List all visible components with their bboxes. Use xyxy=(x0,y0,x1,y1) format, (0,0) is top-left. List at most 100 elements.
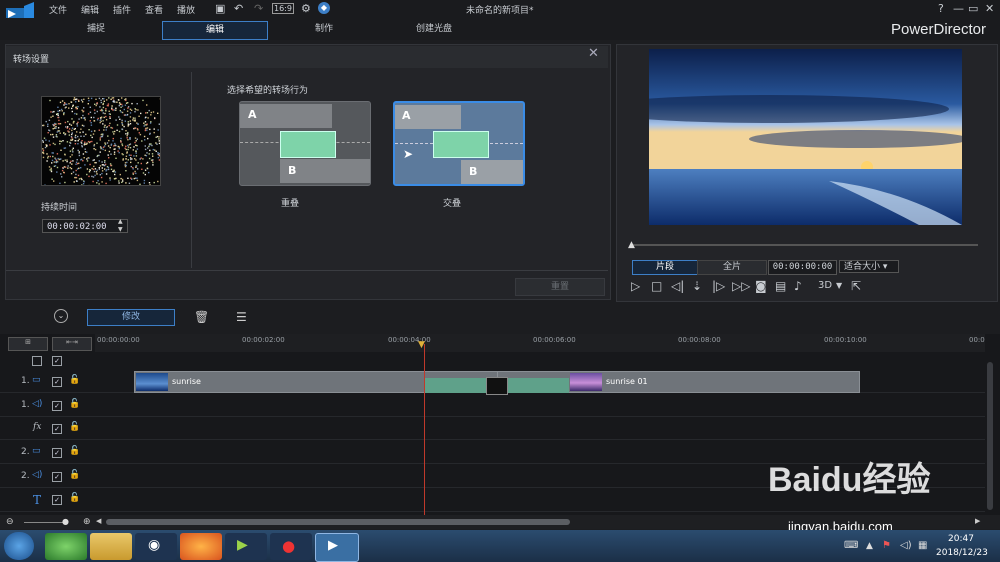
option-overlap[interactable]: A B xyxy=(239,101,371,186)
lock-icon[interactable]: 🔓 xyxy=(69,446,80,456)
noise-particle xyxy=(134,111,136,113)
gear-icon[interactable]: ⚙ xyxy=(301,2,311,15)
panel-close-icon[interactable]: ✕ xyxy=(588,46,599,61)
zoom-out-icon[interactable]: ⊖ xyxy=(6,517,14,527)
scrub-handle[interactable]: ▲ xyxy=(628,240,635,250)
taskbar-app-recorder[interactable]: ● xyxy=(270,533,312,560)
taskbar-app-360[interactable] xyxy=(45,533,87,560)
noise-particle xyxy=(72,160,74,162)
playhead[interactable] xyxy=(424,344,425,518)
snapshot-icon[interactable]: ◙ xyxy=(755,279,767,293)
upgrade-icon[interactable]: ◆ xyxy=(318,2,330,14)
menu-play[interactable]: 播放 xyxy=(177,3,195,16)
checkbox-checked[interactable]: ✓ xyxy=(52,356,62,366)
all-tracks-toggle[interactable] xyxy=(32,356,42,366)
clock-date[interactable]: 2018/12/23 xyxy=(936,548,988,558)
split-icon[interactable]: ⇣ xyxy=(692,279,702,293)
lock-icon[interactable]: 🔓 xyxy=(69,422,80,432)
all-tracks-enabled[interactable]: ✓ xyxy=(52,356,62,366)
trash-icon[interactable]: 🗑 xyxy=(194,310,209,324)
fit-select[interactable]: 适合大小 ▾ xyxy=(839,260,899,273)
checkbox-empty[interactable] xyxy=(32,356,42,366)
save-icon[interactable]: ▣ xyxy=(215,2,225,15)
menu-plugins[interactable]: 插件 xyxy=(113,3,131,16)
3d-toggle[interactable]: 3D xyxy=(818,280,832,291)
noise-particle xyxy=(55,125,57,128)
tab-edit[interactable]: 编辑 xyxy=(162,21,268,40)
tab-produce[interactable]: 制作 xyxy=(270,21,378,38)
modify-button[interactable]: 修改 xyxy=(87,309,175,326)
option-cross[interactable]: A B xyxy=(393,101,525,186)
tab-capture[interactable]: 捕捉 xyxy=(40,21,152,38)
close-icon[interactable]: ✕ xyxy=(985,2,994,15)
undock-icon[interactable]: ⇱ xyxy=(851,279,861,293)
menu-edit[interactable]: 编辑 xyxy=(81,3,99,16)
horizontal-scrollbar[interactable] xyxy=(106,519,570,525)
duration-field[interactable]: 00:00:02:00 xyxy=(42,219,128,233)
undo-icon[interactable]: ↶ xyxy=(234,2,243,15)
transition-thumbnail[interactable] xyxy=(486,377,508,395)
zoom-slider-handle[interactable]: ● xyxy=(62,517,69,526)
menu-view[interactable]: 查看 xyxy=(145,3,163,16)
lock-icon[interactable]: 🔓 xyxy=(69,493,80,503)
noise-particle xyxy=(115,177,117,180)
expand-icon[interactable]: ⌄ xyxy=(54,309,68,323)
volume-icon[interactable]: ♪ xyxy=(794,279,802,293)
lock-icon[interactable]: 🔓 xyxy=(69,399,80,409)
noise-particle xyxy=(59,132,61,134)
taskbar-app-explorer[interactable] xyxy=(90,533,132,560)
taskbar-app-firefox[interactable] xyxy=(180,533,222,560)
mouse-cursor-icon: ➤ xyxy=(403,147,414,161)
lock-icon[interactable]: 🔓 xyxy=(69,375,80,385)
playhead-handle[interactable]: ▼ xyxy=(418,340,425,350)
track-enable-checkbox[interactable]: ✓ xyxy=(52,401,62,411)
stop-icon[interactable]: □ xyxy=(651,279,662,293)
menu-file[interactable]: 文件 xyxy=(49,3,67,16)
noise-particle xyxy=(98,183,100,185)
next-frame-icon[interactable]: |▷ xyxy=(712,279,725,293)
vertical-scrollbar[interactable] xyxy=(987,362,993,510)
keyboard-icon[interactable]: ⌨ xyxy=(844,540,858,551)
tray-expand-icon[interactable]: ▲ xyxy=(866,541,873,551)
track-enable-checkbox[interactable]: ✓ xyxy=(52,424,62,434)
lock-icon[interactable]: 🔓 xyxy=(69,470,80,480)
track-manager-icon[interactable]: ⊞ xyxy=(8,337,48,351)
spin-down-icon[interactable]: ▼ xyxy=(118,226,123,233)
minimize-icon[interactable]: — xyxy=(953,2,964,15)
tab-create-disc[interactable]: 创建光盘 xyxy=(380,21,488,38)
subtitle-icon[interactable]: ▤ xyxy=(775,279,786,293)
3d-dropdown-icon[interactable]: ▼ xyxy=(836,281,842,290)
previous-frame-icon[interactable]: ◁| xyxy=(671,279,684,293)
clip-mode-tab[interactable]: 片段 xyxy=(632,260,698,275)
play-icon[interactable]: ▷ xyxy=(631,279,640,293)
start-button[interactable] xyxy=(4,532,34,560)
track-enable-checkbox[interactable]: ✓ xyxy=(52,495,62,505)
help-icon[interactable]: ? xyxy=(938,2,944,15)
noise-particle xyxy=(118,182,120,184)
scroll-right-icon[interactable]: ▶ xyxy=(975,517,980,525)
taskbar-app-qq[interactable]: ◉ xyxy=(135,533,177,560)
scroll-left-icon[interactable]: ◀ xyxy=(96,517,101,525)
reset-button[interactable]: 重置 xyxy=(515,278,605,296)
volume-tray-icon[interactable]: ◁) xyxy=(900,540,912,551)
maximize-icon[interactable]: ▭ xyxy=(968,2,978,15)
aspect-ratio-icon[interactable]: 16:9 xyxy=(272,3,294,14)
network-icon[interactable]: ▦ xyxy=(918,540,927,551)
zoom-in-icon[interactable]: ⊕ xyxy=(83,517,91,527)
fit-timeline-icon[interactable]: ⇤⇥ xyxy=(52,337,92,351)
redo-icon[interactable]: ↷ xyxy=(254,2,263,15)
movie-mode-tab[interactable]: 全片 xyxy=(697,260,767,275)
clip-list-icon[interactable]: ☰ xyxy=(236,310,247,324)
flag-icon[interactable]: ⚑ xyxy=(882,540,891,551)
clock-time[interactable]: 20:47 xyxy=(948,534,974,544)
fast-forward-icon[interactable]: ▷▷ xyxy=(732,279,750,293)
taskbar-app-video-editor[interactable]: ▶ xyxy=(225,533,267,560)
track-enable-checkbox[interactable]: ✓ xyxy=(52,472,62,482)
spin-up-icon[interactable]: ▲ xyxy=(118,218,123,225)
noise-particle xyxy=(124,104,127,106)
taskbar-app-powerdirector[interactable]: ▶ xyxy=(315,533,359,562)
track-enable-checkbox[interactable]: ✓ xyxy=(52,448,62,458)
track-enable-checkbox[interactable]: ✓ xyxy=(52,377,62,387)
timecode-field[interactable]: 00:00:00:00 xyxy=(768,260,837,275)
scrub-bar[interactable] xyxy=(632,244,978,246)
